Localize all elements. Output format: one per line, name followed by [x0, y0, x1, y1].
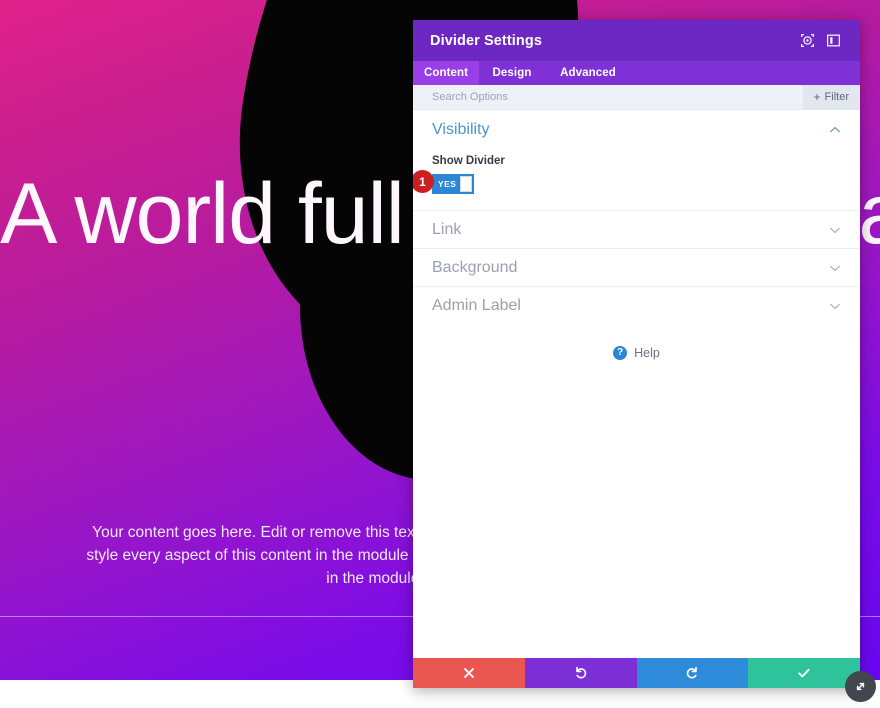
section-visibility: Visibility Show Divider 1 YES: [413, 110, 860, 210]
tab-content[interactable]: Content: [413, 61, 479, 85]
close-icon: [463, 668, 474, 678]
modal-header[interactable]: Divider Settings: [413, 20, 860, 61]
modal-body: Visibility Show Divider 1 YES Link Backg…: [413, 110, 860, 658]
search-input[interactable]: [432, 91, 803, 103]
resize-diagonal-icon: [856, 682, 865, 691]
help-link[interactable]: ? Help: [413, 324, 860, 360]
divider-settings-modal: Divider Settings Content Design Advanced…: [413, 20, 860, 688]
toggle-wrapper: 1 YES: [413, 170, 474, 194]
section-link[interactable]: Link: [413, 210, 860, 248]
modal-footer: [413, 658, 860, 688]
modal-tabs: Content Design Advanced: [413, 61, 860, 85]
search-bar: + Filter: [413, 84, 860, 110]
field-show-divider-label: Show Divider: [432, 155, 505, 167]
undo-icon: [575, 666, 586, 679]
section-visibility-header[interactable]: Visibility: [413, 110, 860, 150]
plus-icon: +: [813, 90, 821, 104]
toggle-knob: [460, 176, 472, 192]
page-title: Divider Settings: [430, 32, 542, 49]
target-icon[interactable]: [794, 29, 820, 53]
save-button[interactable]: [748, 658, 860, 688]
chevron-up-icon: [829, 124, 841, 136]
filter-button[interactable]: + Filter: [802, 84, 860, 110]
screen: A world full of beautiful animations You…: [0, 0, 880, 708]
cancel-button[interactable]: [413, 658, 525, 688]
section-background[interactable]: Background: [413, 248, 860, 286]
panel-layout-icon[interactable]: [820, 29, 846, 53]
resize-handle[interactable]: [845, 671, 876, 702]
tab-design[interactable]: Design: [479, 61, 545, 85]
help-label: Help: [634, 346, 660, 360]
chevron-down-icon: [829, 262, 841, 274]
help-question-icon: ?: [613, 346, 628, 360]
section-admin-label-title: Admin Label: [432, 296, 521, 314]
section-background-title: Background: [432, 258, 518, 276]
chevron-down-icon: [829, 224, 841, 236]
tab-advanced[interactable]: Advanced: [545, 61, 631, 85]
section-link-title: Link: [432, 220, 462, 238]
step-badge: 1: [413, 170, 434, 193]
section-visibility-title: Visibility: [432, 121, 490, 138]
toggle-value-label: YES: [438, 179, 457, 189]
section-admin-label[interactable]: Admin Label: [413, 286, 860, 324]
show-divider-toggle[interactable]: YES: [432, 174, 474, 194]
redo-button[interactable]: [636, 658, 749, 688]
undo-button[interactable]: [524, 658, 637, 688]
field-show-divider: Show Divider 1 YES: [413, 150, 860, 210]
redo-icon: [687, 666, 698, 679]
filter-button-label: Filter: [824, 91, 849, 103]
chevron-down-icon: [829, 300, 841, 312]
check-icon: [798, 668, 810, 678]
